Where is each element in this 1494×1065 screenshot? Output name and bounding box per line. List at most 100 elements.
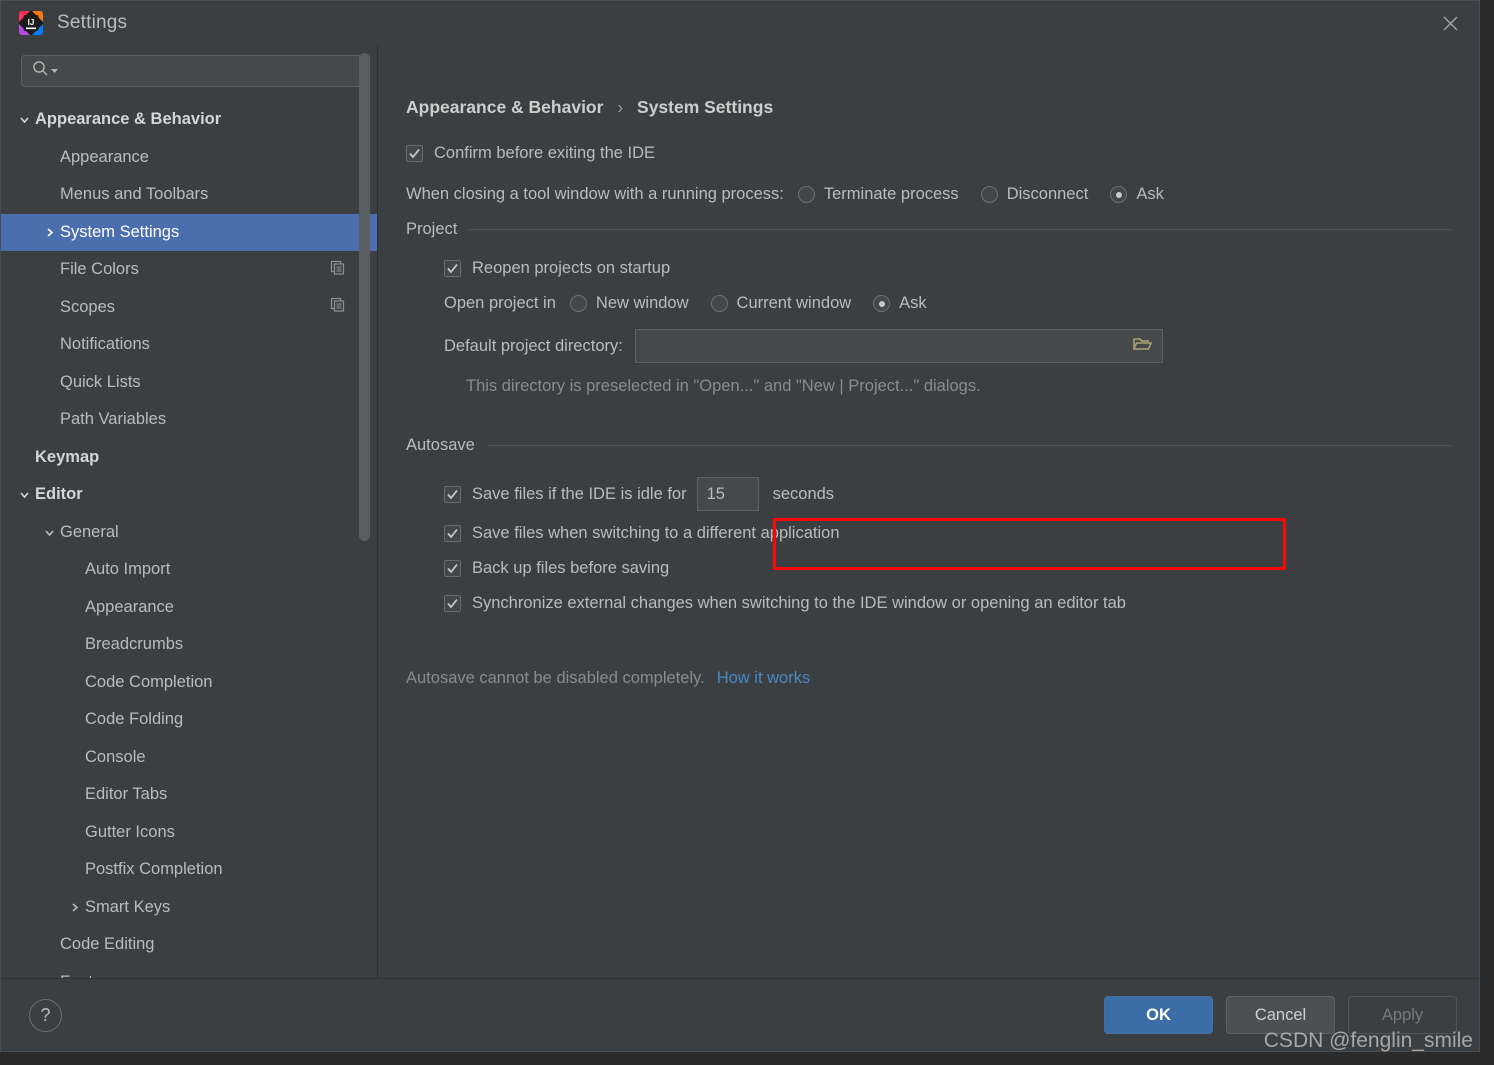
sidebar-item-postfix-completion[interactable]: Postfix Completion <box>1 851 377 889</box>
sidebar-item-general[interactable]: General <box>1 514 377 552</box>
closing-tool-window-row: When closing a tool window with a runnin… <box>406 185 1451 204</box>
radio-new-window[interactable] <box>569 295 587 312</box>
sidebar-item-label: Scopes <box>60 297 116 316</box>
sidebar-item-label: Breadcrumbs <box>85 635 184 654</box>
autosave-note: Autosave cannot be disabled completely. … <box>406 669 1451 688</box>
sidebar-item-quick-lists[interactable]: Quick Lists <box>1 364 377 402</box>
help-button[interactable]: ? <box>29 998 62 1032</box>
reopen-projects-label: Reopen projects on startup <box>472 259 671 277</box>
default-project-directory-input[interactable] <box>634 329 1163 363</box>
autosave-backup-row[interactable]: Back up files before saving <box>406 559 1451 578</box>
reopen-projects-checkbox[interactable] <box>444 260 461 277</box>
confirm-exit-row[interactable]: Confirm before exiting the IDE <box>406 144 1451 163</box>
radio-new-window-label[interactable]: New window <box>596 294 689 313</box>
intellij-idea-logo-icon: IJ <box>19 11 43 35</box>
sidebar-item-appearance-behavior[interactable]: Appearance & Behavior <box>1 101 377 139</box>
sidebar-item-breadcrumbs[interactable]: Breadcrumbs <box>1 626 377 664</box>
autosave-sync-checkbox[interactable] <box>444 595 461 612</box>
default-project-directory-row: Default project directory: <box>406 329 1451 363</box>
sidebar-item-label: Editor Tabs <box>85 785 168 804</box>
radio-terminate-process-label[interactable]: Terminate process <box>824 185 959 204</box>
autosave-idle-row[interactable]: Save files if the IDE is idle for 15 sec… <box>406 477 1451 511</box>
radio-ask-toolwindow[interactable] <box>1110 186 1128 203</box>
chevron-down-icon[interactable] <box>50 62 59 80</box>
autosave-switch-app-label: Save files when switching to a different… <box>472 524 840 542</box>
sidebar-item-editor-tabs[interactable]: Editor Tabs <box>1 776 377 814</box>
breadcrumb: Appearance & Behavior › System Settings <box>406 97 1451 118</box>
autosave-switch-app-row[interactable]: Save files when switching to a different… <box>406 524 1451 543</box>
radio-current-window[interactable] <box>710 295 728 312</box>
autosave-idle-label-after: seconds <box>772 484 835 503</box>
autosave-group-title: Autosave <box>406 436 475 454</box>
radio-terminate-process[interactable] <box>797 186 815 203</box>
sidebar-item-label: Notifications <box>60 335 150 354</box>
sidebar-item-keymap[interactable]: Keymap <box>1 439 377 477</box>
breadcrumb-current: System Settings <box>637 97 774 117</box>
sidebar-item-code-folding[interactable]: Code Folding <box>1 701 377 739</box>
sidebar-item-auto-import[interactable]: Auto Import <box>1 551 377 589</box>
radio-ask-toolwindow-label[interactable]: Ask <box>1136 185 1164 204</box>
sidebar-item-font[interactable]: Font <box>1 964 377 978</box>
chevron-right-icon[interactable] <box>63 901 85 914</box>
close-icon[interactable] <box>1421 1 1479 45</box>
radio-disconnect-label[interactable]: Disconnect <box>1007 185 1089 204</box>
sidebar-item-menus-and-toolbars[interactable]: Menus and Toolbars <box>1 176 377 214</box>
default-directory-hint: This directory is preselected in "Open..… <box>466 377 981 395</box>
settings-dialog: IJ Settings Appearance & Behavior Appear… <box>0 0 1480 1052</box>
chevron-down-icon[interactable] <box>13 488 35 501</box>
autosave-backup-checkbox[interactable] <box>444 560 461 577</box>
radio-current-window-label[interactable]: Current window <box>737 294 852 313</box>
sidebar-item-path-variables[interactable]: Path Variables <box>1 401 377 439</box>
sidebar-item-label: Appearance & Behavior <box>35 110 222 129</box>
sidebar-item-notifications[interactable]: Notifications <box>1 326 377 364</box>
sidebar-item-system-settings[interactable]: System Settings <box>1 213 377 251</box>
ok-button[interactable]: OK <box>1104 996 1213 1034</box>
sidebar-item-code-editing[interactable]: Code Editing <box>1 926 377 964</box>
radio-disconnect[interactable] <box>980 186 998 203</box>
copy-icon[interactable] <box>330 297 345 317</box>
sidebar-item-scopes[interactable]: Scopes <box>1 289 377 327</box>
sidebar-scrollbar[interactable] <box>359 53 370 541</box>
sidebar-item-label: Appearance <box>60 147 149 166</box>
sidebar-item-label: File Colors <box>60 260 139 279</box>
chevron-right-icon[interactable] <box>38 226 60 239</box>
sidebar-item-editor[interactable]: Editor <box>1 476 377 514</box>
default-project-directory-label: Default project directory: <box>444 336 623 355</box>
sidebar-item-appearance[interactable]: Appearance <box>1 139 377 177</box>
sidebar-item-appearance[interactable]: Appearance <box>1 589 377 627</box>
title-bar: IJ Settings <box>1 1 1479 45</box>
sidebar-item-label: Keymap <box>35 447 100 466</box>
search-input[interactable] <box>21 55 365 87</box>
sidebar-item-label: Path Variables <box>60 410 167 429</box>
breadcrumb-parent[interactable]: Appearance & Behavior <box>406 97 603 117</box>
sidebar-item-label: Editor <box>35 485 83 504</box>
sidebar-item-smart-keys[interactable]: Smart Keys <box>1 889 377 927</box>
open-project-in-label: Open project in <box>444 294 556 312</box>
cancel-button[interactable]: Cancel <box>1226 996 1335 1034</box>
radio-ask-openproject[interactable] <box>873 295 891 312</box>
how-it-works-link[interactable]: How it works <box>717 669 811 688</box>
sidebar-item-label: Postfix Completion <box>85 860 223 879</box>
copy-icon[interactable] <box>330 260 345 280</box>
confirm-exit-label: Confirm before exiting the IDE <box>434 144 656 162</box>
confirm-exit-checkbox[interactable] <box>406 145 423 162</box>
chevron-down-icon[interactable] <box>13 113 35 126</box>
autosave-idle-seconds-input[interactable]: 15 <box>696 477 759 511</box>
folder-icon[interactable] <box>1132 335 1152 357</box>
autosave-idle-checkbox[interactable] <box>444 485 461 503</box>
sidebar-item-gutter-icons[interactable]: Gutter Icons <box>1 814 377 852</box>
sidebar-item-file-colors[interactable]: File Colors <box>1 251 377 289</box>
sidebar-item-label: Appearance <box>85 597 174 616</box>
sidebar-item-label: Gutter Icons <box>85 822 175 841</box>
settings-tree[interactable]: Appearance & Behavior Appearance Menus and… <box>1 101 377 978</box>
window-title: Settings <box>57 12 128 33</box>
dialog-footer: ? OK Cancel Apply CSDN @fenglin_smile <box>1 978 1479 1052</box>
sidebar-item-label: System Settings <box>60 222 180 241</box>
reopen-projects-row[interactable]: Reopen projects on startup <box>406 259 1451 278</box>
autosave-switch-app-checkbox[interactable] <box>444 525 461 542</box>
chevron-down-icon[interactable] <box>38 526 60 539</box>
radio-ask-openproject-label[interactable]: Ask <box>899 294 927 313</box>
sidebar-item-code-completion[interactable]: Code Completion <box>1 664 377 702</box>
autosave-sync-row[interactable]: Synchronize external changes when switch… <box>406 594 1451 613</box>
sidebar-item-console[interactable]: Console <box>1 739 377 777</box>
